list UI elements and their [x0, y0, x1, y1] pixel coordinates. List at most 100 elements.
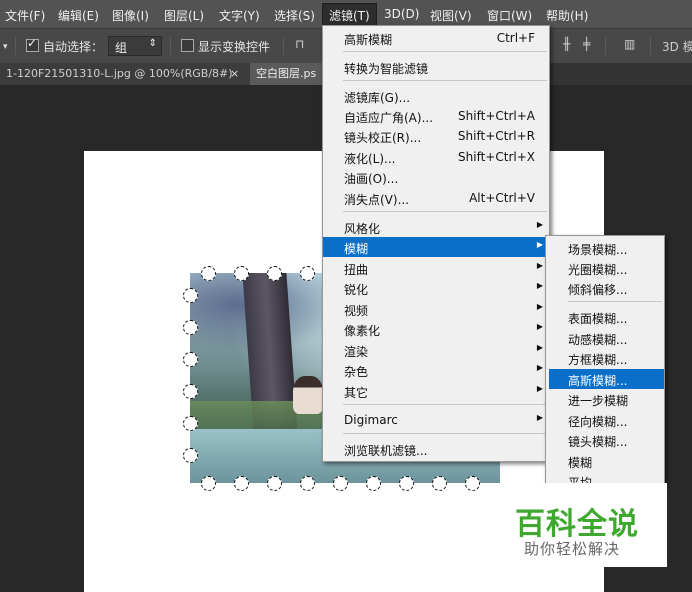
stamp-perforation — [234, 476, 249, 491]
menu-item-label: 模糊 — [568, 456, 593, 470]
menu-item-label: 表面模糊... — [568, 312, 628, 326]
stamp-perforation — [183, 416, 198, 431]
dropdown-arrows-icon: ⇕ — [148, 38, 157, 49]
menu-item-label: 方框模糊... — [568, 353, 628, 367]
menu-item-last-filter[interactable]: 高斯模糊 Ctrl+F — [323, 28, 549, 48]
menu-item-liquify[interactable]: 液化(L)... Shift+Ctrl+X — [323, 147, 549, 167]
menu-item-shortcut: Ctrl+F — [496, 31, 535, 45]
submenu-item-lens-blur[interactable]: 镜头模糊... — [546, 430, 664, 450]
auto-select-dropdown[interactable]: 组 ⇕ — [108, 36, 162, 56]
menu-window[interactable]: 窗口(W) — [487, 7, 532, 24]
menu-item-distort[interactable]: 扭曲 ▶ — [323, 258, 549, 278]
stamp-perforation — [432, 476, 447, 491]
menu-item-noise[interactable]: 杂色 ▶ — [323, 360, 549, 380]
submenu-item-radial-blur[interactable]: 径向模糊... — [546, 410, 664, 430]
submenu-arrow-icon: ▶ — [536, 384, 543, 393]
menu-item-label: 液化(L)... — [344, 152, 396, 166]
auto-align-icon[interactable]: ▥ — [624, 37, 636, 53]
submenu-item-blur-more[interactable]: 进一步模糊 — [546, 389, 664, 409]
divider — [15, 37, 16, 55]
menu-3d[interactable]: 3D(D) — [384, 7, 419, 21]
menu-item-digimarc[interactable]: Digimarc ▶ — [323, 410, 549, 430]
menu-item-stylize[interactable]: 风格化 ▶ — [323, 217, 549, 237]
menu-item-shortcut: Shift+Ctrl+X — [458, 150, 535, 164]
menu-item-vanishing-point[interactable]: 消失点(V)... Alt+Ctrl+V — [323, 188, 549, 208]
watermark-subtitle: 助你轻松解决 — [524, 540, 621, 558]
menu-item-label: 高斯模糊... — [568, 374, 628, 388]
menu-item-video[interactable]: 视频 ▶ — [323, 299, 549, 319]
menu-item-pixelate[interactable]: 像素化 ▶ — [323, 319, 549, 339]
menu-item-render[interactable]: 渲染 ▶ — [323, 340, 549, 360]
submenu-arrow-icon: ▶ — [536, 322, 543, 331]
submenu-item-gaussian-blur[interactable]: 高斯模糊... — [549, 369, 664, 389]
menu-item-blur[interactable]: 模糊 ▶ — [323, 237, 549, 257]
stamp-perforation — [366, 476, 381, 491]
menu-help[interactable]: 帮助(H) — [546, 7, 588, 24]
menu-divider — [343, 211, 547, 212]
stamp-perforation — [183, 448, 198, 463]
menu-divider — [343, 51, 547, 52]
auto-select-checkbox[interactable] — [26, 36, 39, 52]
stamp-perforation — [333, 476, 348, 491]
menu-divider — [568, 301, 662, 302]
menu-item-other[interactable]: 其它 ▶ — [323, 381, 549, 401]
submenu-arrow-icon: ▶ — [536, 363, 543, 372]
menu-layer[interactable]: 图层(L) — [164, 7, 204, 24]
menu-item-label: 杂色 — [344, 365, 369, 379]
3d-mode-label: 3D 模 — [662, 40, 692, 54]
menu-image[interactable]: 图像(I) — [112, 7, 149, 24]
submenu-item-field-blur[interactable]: 场景模糊... — [546, 238, 664, 258]
submenu-item-box-blur[interactable]: 方框模糊... — [546, 348, 664, 368]
submenu-item-motion-blur[interactable]: 动感模糊... — [546, 328, 664, 348]
stamp-perforation — [267, 266, 282, 281]
stamp-perforation — [201, 476, 216, 491]
divider — [170, 37, 171, 55]
tab-label: 空白图层.ps — [256, 67, 317, 80]
menu-item-shortcut: Shift+Ctrl+A — [458, 109, 535, 123]
submenu-item-surface-blur[interactable]: 表面模糊... — [546, 307, 664, 327]
menu-file[interactable]: 文件(F) — [5, 7, 45, 24]
menu-item-label: 径向模糊... — [568, 415, 628, 429]
menu-item-filter-gallery[interactable]: 滤镜库(G)... — [323, 86, 549, 106]
stamp-perforation — [399, 476, 414, 491]
menu-item-label: 扭曲 — [344, 263, 369, 277]
submenu-item-tilt-shift[interactable]: 倾斜偏移... — [546, 278, 664, 298]
watermark-logo: 百科全说 助你轻松解决 — [502, 483, 667, 567]
distribute-horizontal-icon[interactable]: ╫ — [563, 37, 575, 53]
submenu-item-iris-blur[interactable]: 光圈模糊... — [546, 258, 664, 278]
distribute-center-icon[interactable]: ╪ — [583, 37, 595, 53]
menu-item-adaptive-wide-angle[interactable]: 自适应广角(A)... Shift+Ctrl+A — [323, 106, 549, 126]
menu-item-label: 其它 — [344, 386, 369, 400]
align-top-icon[interactable]: ⊓ — [295, 37, 307, 53]
menu-item-oil-paint[interactable]: 油画(O)... — [323, 167, 549, 187]
photo-girl — [293, 376, 323, 414]
menu-item-label: 自适应广角(A)... — [344, 111, 434, 125]
menu-item-lens-correction[interactable]: 镜头校正(R)... Shift+Ctrl+R — [323, 126, 549, 146]
tab-blank-layer-document[interactable]: 空白图层.ps — [250, 63, 328, 85]
tool-preset-dropdown-icon[interactable]: ▾ — [3, 42, 8, 52]
show-transform-label: 显示变换控件 — [198, 40, 271, 54]
menu-item-browse-filters-online[interactable]: 浏览联机滤镜... — [323, 439, 549, 459]
submenu-item-blur[interactable]: 模糊 — [546, 451, 664, 471]
show-transform-checkbox[interactable] — [181, 39, 194, 52]
menu-type[interactable]: 文字(Y) — [219, 7, 260, 24]
submenu-arrow-icon: ▶ — [536, 220, 543, 229]
menu-item-label: 倾斜偏移... — [568, 283, 628, 297]
tab-photo-document[interactable]: 1-120F21501310-L.jpg @ 100%(RGB/8#) × — [0, 63, 256, 85]
divider — [605, 37, 606, 55]
menu-item-convert-smart-filter[interactable]: 转换为智能滤镜 — [323, 57, 549, 77]
close-icon[interactable]: × — [230, 63, 239, 85]
menu-item-label: 转换为智能滤镜 — [344, 62, 429, 76]
stamp-perforation — [183, 352, 198, 367]
menu-edit[interactable]: 编辑(E) — [58, 7, 99, 24]
tab-label: 1-120F21501310-L.jpg @ 100%(RGB/8#) — [6, 67, 233, 80]
menu-view[interactable]: 视图(V) — [430, 7, 472, 24]
divider — [650, 37, 651, 55]
menu-bar: 文件(F) 编辑(E) 图像(I) 图层(L) 文字(Y) 选择(S) 滤镜(T… — [0, 0, 692, 28]
stamp-perforation — [300, 266, 315, 281]
menu-select[interactable]: 选择(S) — [274, 7, 315, 24]
menu-item-shortcut: Alt+Ctrl+V — [469, 191, 535, 205]
filter-menu: 高斯模糊 Ctrl+F 转换为智能滤镜 滤镜库(G)... 自适应广角(A)..… — [322, 25, 550, 462]
menu-item-sharpen[interactable]: 锐化 ▶ — [323, 278, 549, 298]
stamp-perforation — [300, 476, 315, 491]
